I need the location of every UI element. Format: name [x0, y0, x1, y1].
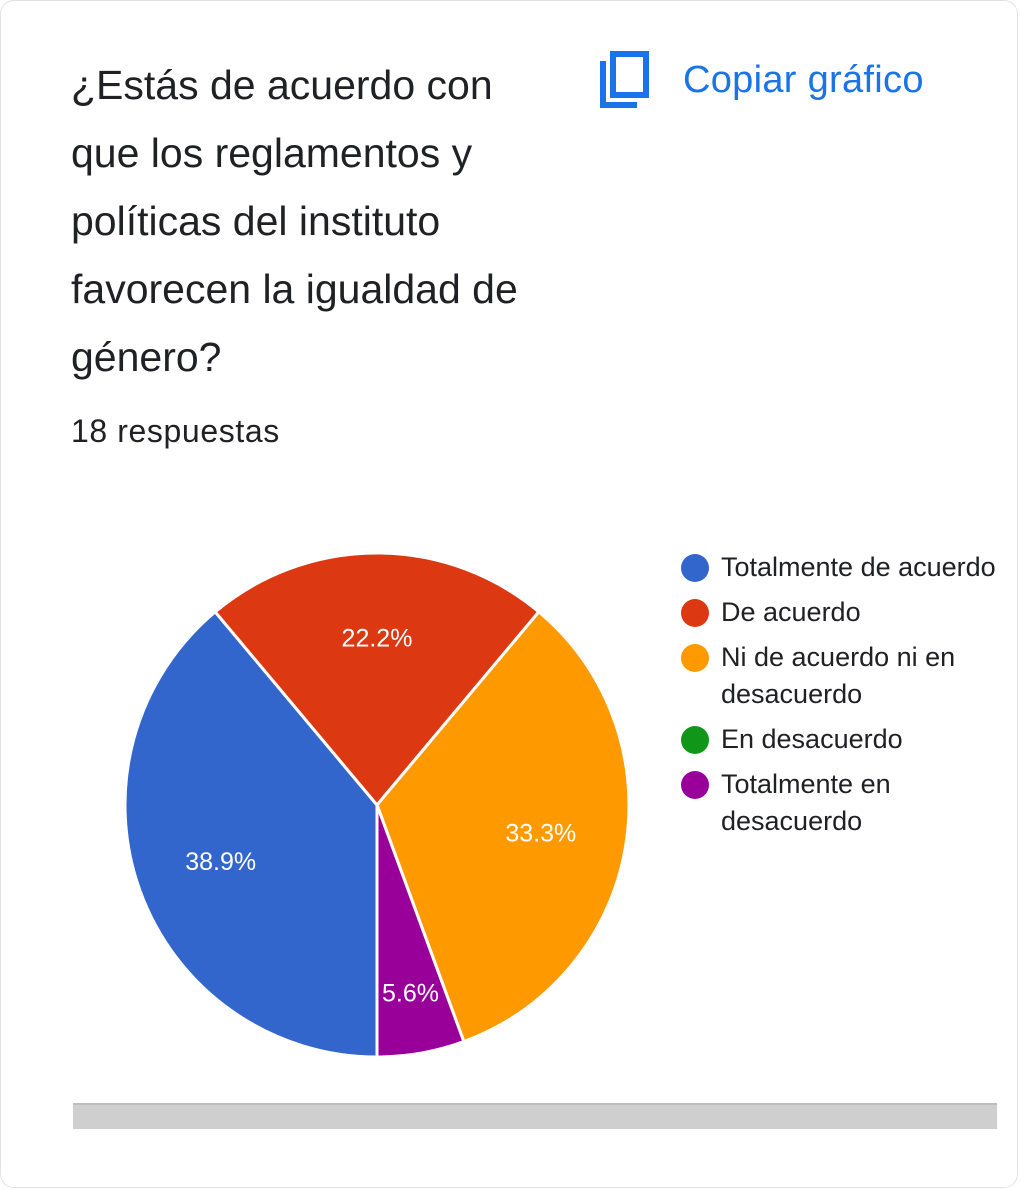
legend-swatch-2	[681, 644, 709, 672]
legend-label-0: Totalmente de acuerdo	[721, 552, 996, 582]
pie-slice-label-4: 5.6%	[382, 980, 439, 1008]
legend-swatch-1	[681, 599, 709, 627]
legend-label-1: De acuerdo	[721, 597, 861, 627]
legend-item-4: Totalmente en desacuerdo	[679, 766, 1009, 840]
copy-chart-label: Copiar gráfico	[683, 58, 924, 101]
pie-slice-label-0: 38.9%	[185, 848, 256, 876]
legend-item-1: De acuerdo	[679, 594, 1009, 631]
legend-item-3: En desacuerdo	[679, 721, 1009, 758]
pie-slice-label-2: 33.3%	[505, 820, 576, 848]
legend-label-2: Ni de acuerdo ni en desacuerdo	[721, 642, 956, 709]
legend-item-0: Totalmente de acuerdo	[679, 549, 1009, 586]
horizontal-scrollbar[interactable]	[73, 1103, 997, 1129]
pie-slice-label-1: 22.2%	[342, 625, 413, 653]
chart-legend: Totalmente de acuerdo De acuerdo Ni de acu…	[679, 549, 1009, 848]
legend-item-2: Ni de acuerdo ni en desacuerdo	[679, 639, 1009, 713]
legend-label-4: Totalmente en desacuerdo	[721, 769, 891, 836]
chart-card: ¿Estás de acuerdo con que los reglamento…	[0, 0, 1018, 1188]
pie-chart: 38.9% 22.2% 33.3% 5.6%	[123, 551, 631, 1059]
legend-swatch-0	[681, 554, 709, 582]
legend-label-3: En desacuerdo	[721, 724, 903, 754]
legend-swatch-4	[681, 771, 709, 799]
legend-swatch-3	[681, 726, 709, 754]
